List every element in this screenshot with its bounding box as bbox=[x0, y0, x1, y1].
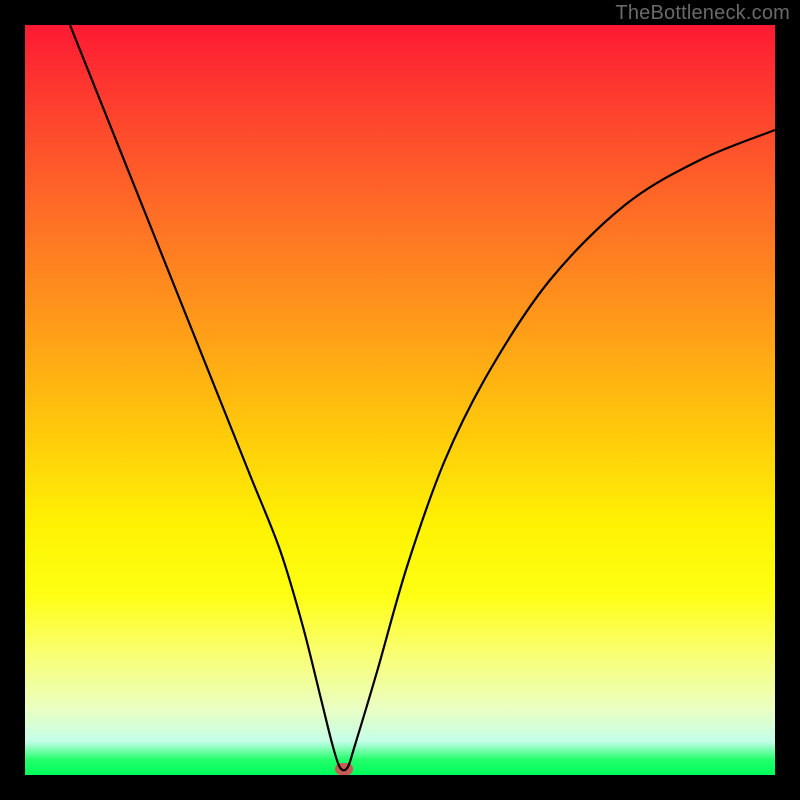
bottleneck-curve bbox=[70, 25, 775, 770]
watermark-text: TheBottleneck.com bbox=[615, 2, 790, 25]
plot-area bbox=[25, 25, 775, 775]
curve-layer bbox=[25, 25, 775, 775]
chart-frame: TheBottleneck.com bbox=[0, 0, 800, 800]
